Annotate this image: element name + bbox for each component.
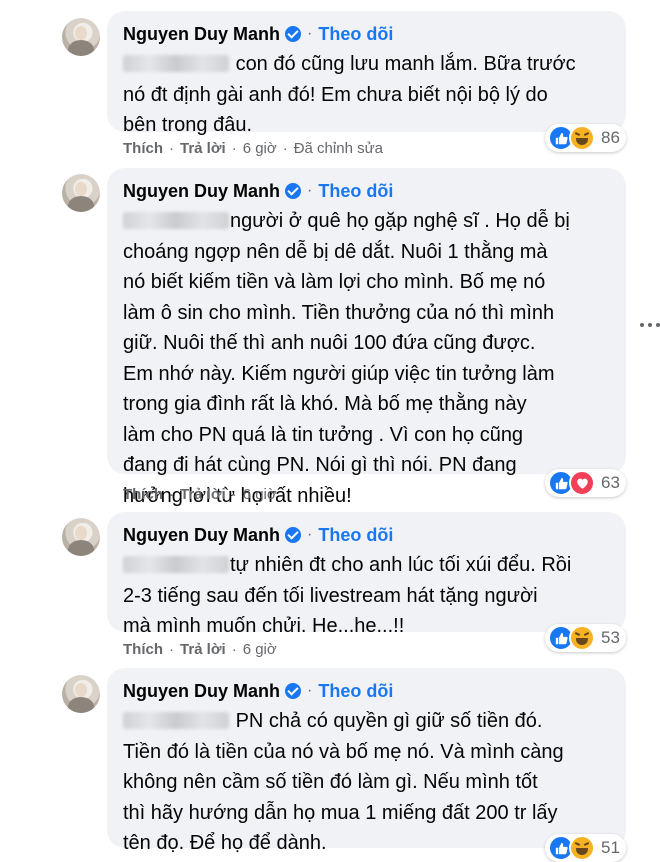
reaction-count: 53 xyxy=(601,628,620,647)
redacted-name xyxy=(123,55,229,72)
reaction-summary[interactable]: 63 xyxy=(545,469,626,497)
reply-button[interactable]: Trả lời xyxy=(180,641,226,658)
reply-button[interactable]: Trả lời xyxy=(180,486,226,503)
commenter-avatar[interactable] xyxy=(62,174,100,212)
like-button[interactable]: Thích xyxy=(123,641,163,658)
reaction-summary[interactable]: 53 xyxy=(545,624,626,652)
comment-text: PN chả có quyền gì giữ số tiền đó. Tiền … xyxy=(123,710,564,854)
comment-bubble: Nguyen Duy Manh · Theo dõi tự nhiên đt c… xyxy=(107,512,626,637)
like-button[interactable]: Thích xyxy=(123,140,163,157)
comment-author[interactable]: Nguyen Duy Manh xyxy=(123,181,280,202)
verified-badge-icon xyxy=(285,26,302,42)
comment-timestamp[interactable]: 6 giờ xyxy=(243,641,277,658)
verified-badge-icon xyxy=(285,683,302,699)
comment-text: con đó cũng lưu manh lắm. Bữa trước nó đ… xyxy=(123,53,576,136)
reaction-count: 51 xyxy=(601,838,620,857)
commenter-avatar[interactable] xyxy=(62,675,100,713)
reaction-summary[interactable]: 86 xyxy=(545,124,626,152)
more-options-icon[interactable] xyxy=(640,323,660,327)
commenter-avatar[interactable] xyxy=(62,518,100,556)
haha-icon xyxy=(569,835,595,861)
comment-author[interactable]: Nguyen Duy Manh xyxy=(123,525,280,546)
redacted-name xyxy=(123,556,229,573)
commenter-avatar[interactable] xyxy=(62,18,100,56)
comment-actions: Thích · Trả lời · 6 giờ xyxy=(123,486,277,503)
reply-button[interactable]: Trả lời xyxy=(180,140,226,157)
separator-dot: · xyxy=(307,526,313,543)
comment-author[interactable]: Nguyen Duy Manh xyxy=(123,24,280,45)
reaction-count: 86 xyxy=(601,128,620,147)
comment-text: người ở quê họ gặp nghệ sĩ . Họ dễ bị ch… xyxy=(123,210,570,507)
love-icon xyxy=(569,470,595,496)
separator-dot: · xyxy=(307,682,313,699)
redacted-name xyxy=(123,212,229,229)
verified-badge-icon xyxy=(285,183,302,199)
haha-icon xyxy=(569,625,595,651)
follow-link[interactable]: Theo dõi xyxy=(318,681,393,702)
separator-dot: · xyxy=(307,25,313,42)
comment-bubble: Nguyen Duy Manh · Theo dõi con đó cũng l… xyxy=(107,11,626,136)
verified-badge-icon xyxy=(285,527,302,543)
like-button[interactable]: Thích xyxy=(123,486,163,503)
follow-link[interactable]: Theo dõi xyxy=(318,24,393,45)
comment-bubble: Nguyen Duy Manh · Theo dõi PN chả có quy… xyxy=(107,668,626,854)
comment-actions: Thích · Trả lời · 6 giờ xyxy=(123,641,277,658)
comment-bubble: Nguyen Duy Manh · Theo dõi người ở quê h… xyxy=(107,168,626,507)
comment-actions: Thích · Trả lời · 6 giờ · Đã chỉnh sửa xyxy=(123,140,383,157)
comment-timestamp[interactable]: 6 giờ xyxy=(243,486,277,503)
comment-author[interactable]: Nguyen Duy Manh xyxy=(123,681,280,702)
redacted-name xyxy=(123,712,229,729)
reaction-summary[interactable]: 51 xyxy=(545,834,626,862)
reaction-count: 63 xyxy=(601,473,620,492)
follow-link[interactable]: Theo dõi xyxy=(318,181,393,202)
separator-dot: · xyxy=(307,182,313,199)
comment-text: tự nhiên đt cho anh lúc tối xúi đểu. Rồi… xyxy=(123,554,572,637)
follow-link[interactable]: Theo dõi xyxy=(318,525,393,546)
comment-timestamp[interactable]: 6 giờ xyxy=(243,140,277,157)
haha-icon xyxy=(569,125,595,151)
edited-label: Đã chỉnh sửa xyxy=(293,140,383,157)
